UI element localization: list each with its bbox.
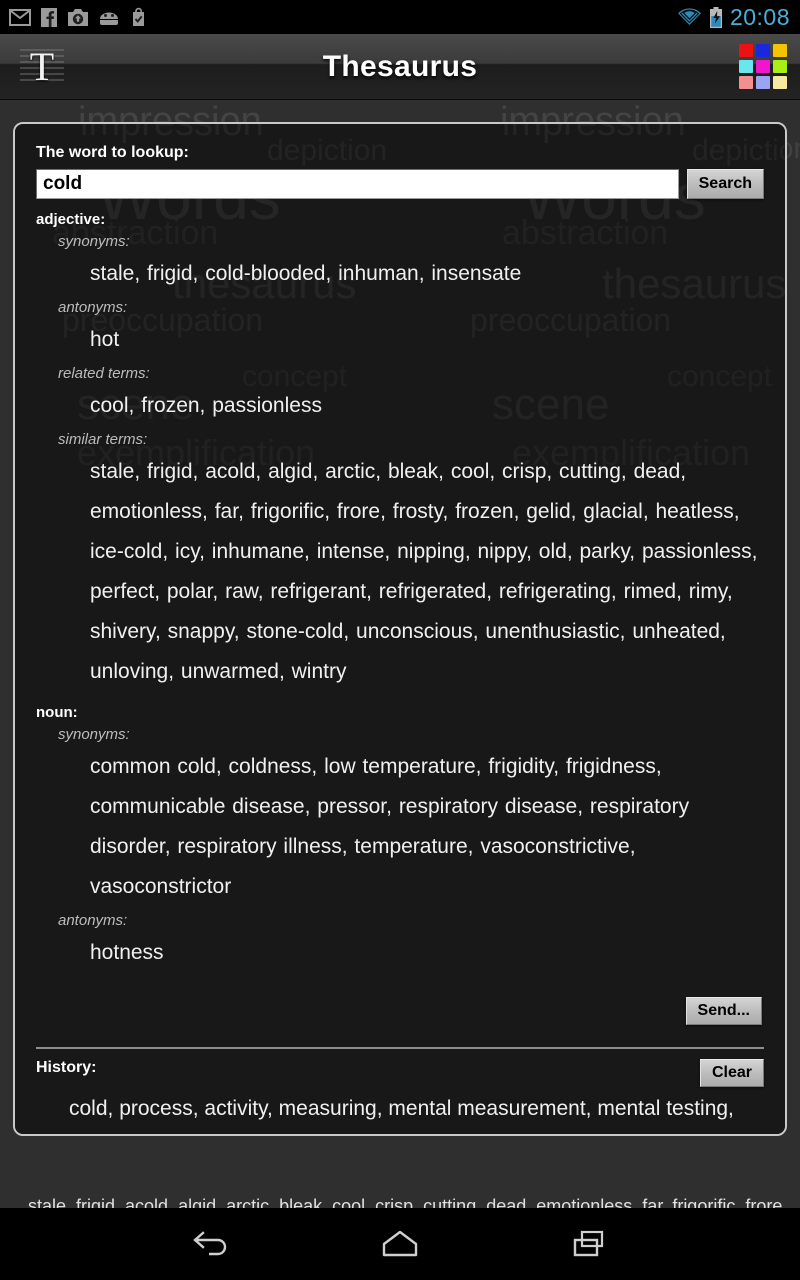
term-list[interactable]: stale, frigid, acold, algid, arctic, ble… (90, 452, 764, 692)
grid-cell (756, 76, 770, 90)
page-title: Thesaurus (322, 49, 478, 83)
app-icon-letter: T (29, 43, 55, 89)
camera-upload-icon (68, 8, 88, 26)
lookup-label: The word to lookup: (36, 144, 189, 161)
status-notification-icons (0, 7, 148, 27)
grid-cell (739, 43, 753, 57)
card-watermark-word: impression (80, 122, 264, 144)
term-list[interactable]: common cold, coldness, low temperature, … (90, 747, 764, 907)
grid-cell (756, 43, 770, 57)
history-terms[interactable]: cold, process, activity, measuring, ment… (69, 1089, 764, 1134)
grid-cell (773, 59, 787, 74)
relation-label: antonyms: (58, 299, 128, 316)
search-row: Search (36, 169, 764, 199)
shopping-bag-check-icon (133, 7, 144, 26)
relation-label: synonyms: (58, 233, 130, 250)
history-header: History: Clear (36, 1059, 764, 1087)
grid-cell (773, 43, 787, 57)
relation-label: similar terms: (58, 431, 148, 448)
gmail-icon (9, 8, 31, 26)
color-grid-icon[interactable] (739, 43, 787, 90)
relation-label: antonyms: (58, 912, 128, 929)
send-button[interactable]: Send... (685, 997, 762, 1025)
status-bar: 20:08 (0, 0, 800, 34)
status-clock: 20:08 (729, 3, 790, 30)
recent-apps-icon[interactable] (560, 1220, 620, 1268)
battery-charging-icon (709, 6, 722, 28)
grid-cell (773, 76, 787, 90)
card-content: The word to lookup: Search adjective: syn… (36, 144, 764, 1134)
android-screen: impressionimpressiondepictiondepictionWo… (0, 0, 800, 1280)
search-input[interactable] (36, 169, 679, 199)
term-list[interactable]: cool, frozen, passionless (90, 386, 764, 426)
facebook-icon (41, 7, 57, 27)
send-row: Send... (36, 997, 764, 1025)
term-list[interactable]: stale, frigid, cold-blooded, inhuman, in… (90, 254, 764, 294)
part-of-speech-label: adjective: (36, 211, 106, 228)
grid-cell (756, 59, 770, 74)
home-icon[interactable] (370, 1220, 430, 1268)
grid-cell (739, 59, 753, 74)
wifi-icon (677, 8, 701, 25)
navigation-bar (0, 1208, 800, 1280)
action-bar: T Thesaurus (0, 34, 800, 100)
divider-above-history (36, 1047, 764, 1049)
history-label: History: (36, 1059, 97, 1076)
relation-label: synonyms: (58, 726, 130, 743)
card-inner: The word to lookup: Search adjective: syn… (15, 124, 785, 1134)
thesaurus-card: The word to lookup: Search adjective: syn… (13, 122, 787, 1136)
term-list[interactable]: hot (90, 320, 764, 360)
clear-history-button[interactable]: Clear (699, 1059, 764, 1087)
android-icon (100, 12, 118, 25)
search-button[interactable]: Search (686, 169, 764, 199)
back-icon[interactable] (180, 1220, 240, 1268)
term-list[interactable]: hotness (90, 933, 764, 973)
part-of-speech-label: noun: (36, 704, 78, 721)
thesaurus-book-icon[interactable]: T (14, 39, 70, 95)
card-watermark-word: impression (502, 122, 686, 144)
relation-label: related terms: (58, 365, 150, 382)
entries-list: adjective: synonyms: stale, frigid, cold-b… (36, 211, 764, 973)
status-system-icons: 20:08 (677, 4, 800, 31)
grid-cell (739, 76, 753, 90)
